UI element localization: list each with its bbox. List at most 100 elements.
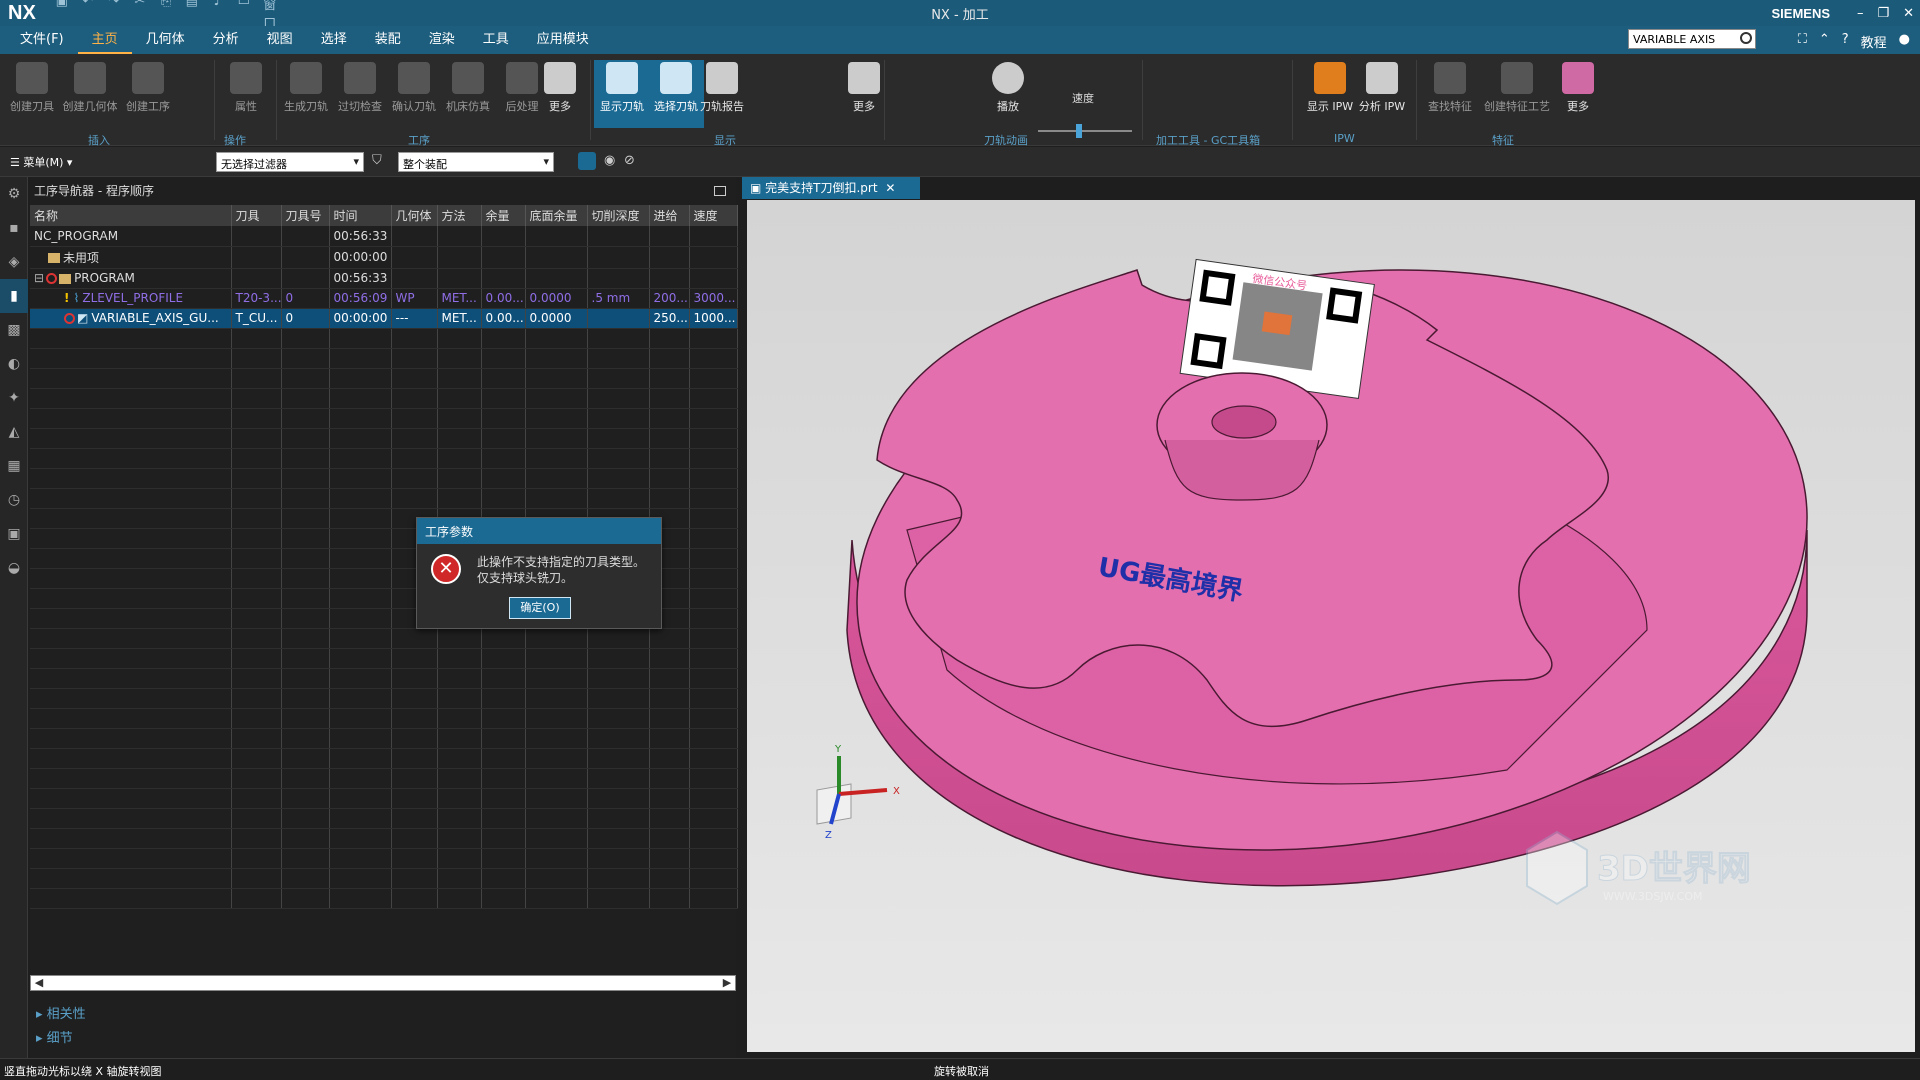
visibility-icon[interactable]: ◉ [604,153,615,168]
speed-label: 速度 [1072,92,1094,105]
search-icon[interactable] [1740,32,1752,44]
col-toolno[interactable]: 刀具号 [281,205,330,226]
path-report-button[interactable]: 刀轨报告 [694,60,750,128]
filter-icon[interactable]: ⛉ [372,153,382,168]
properties-button[interactable]: 属性 [218,60,274,128]
speed-slider-knob[interactable] [1076,124,1082,138]
part-file-icon: ▣ [750,181,766,195]
scroll-right-icon[interactable]: ▶ [719,976,735,990]
empty-row [30,368,738,389]
machine-tool-icon[interactable]: ▩ [0,313,28,347]
details-section[interactable]: ▸ 细节 [36,1027,73,1046]
more-process-button[interactable]: 更多 [532,60,588,128]
menu-file[interactable]: 文件(F) [6,26,78,54]
assembly-navigator-icon[interactable]: ◈ [0,245,28,279]
generate-path-button[interactable]: 生成刀轨 [278,60,334,128]
ok-button[interactable]: 确定(O) [509,597,571,619]
maximize-panel-icon[interactable] [714,186,726,196]
col-stock[interactable]: 余量 [481,205,526,226]
show-ipw-button[interactable]: 显示 IPW [1302,60,1358,128]
show-path-button[interactable]: 显示刀轨 [594,60,650,128]
machine-sim-button[interactable]: 机床仿真 [440,60,496,128]
history-icon[interactable]: ◷ [0,483,28,517]
show-ipw-icon [1314,62,1346,94]
create-tool-button[interactable]: 创建刀具 [4,60,60,128]
selection-filter-dropdown[interactable]: 无选择过滤器 [216,152,364,172]
group-display: 显示 [714,134,736,147]
status-dot-icon: ● [1898,32,1910,47]
dialog-message: 此操作不支持指定的刀具类型。 仅支持球头铣刀。 [477,555,646,585]
find-feature-button[interactable]: 查找特征 [1422,60,1478,128]
overcut-check-button[interactable]: 过切检查 [332,60,388,128]
tutorial-link[interactable]: 教程 [1861,32,1887,51]
col-name[interactable]: 名称 [30,205,232,226]
empty-row [30,488,738,509]
analyze-ipw-button[interactable]: 分析 IPW [1354,60,1410,128]
menu-select[interactable]: 选择 [307,26,361,54]
part-navigator-icon[interactable]: ▪ [0,211,28,245]
verify-path-button[interactable]: 确认刀轨 [386,60,442,128]
col-feed[interactable]: 进给 [649,205,690,226]
table-row[interactable]: 未用项 00:00:00 [30,246,738,269]
menu-button[interactable]: ☰ 菜单(M) ▾ [10,154,72,170]
menu-tools[interactable]: 工具 [469,26,523,54]
help-icon[interactable]: ? [1842,32,1849,51]
empty-row [30,448,738,469]
col-floor-stock[interactable]: 底面余量 [525,205,588,226]
speed-slider[interactable] [1038,124,1132,138]
more-feature-button[interactable]: 更多 [1550,60,1606,128]
create-geometry-button[interactable]: 创建几何体 [62,60,118,128]
table-row[interactable]: ⊟ PROGRAM 00:56:33 [30,268,738,289]
collapse-icon[interactable]: ⊟ [34,271,44,285]
operation-navigator-icon[interactable]: ▮ [0,279,28,313]
tab-close-icon[interactable]: ✕ [885,181,895,195]
table-row[interactable]: NC_PROGRAM 00:56:33 [30,226,738,247]
svg-text:3D世界网: 3D世界网 [1597,849,1751,889]
menu-analysis[interactable]: 分析 [199,26,253,54]
table-row[interactable]: ◩ VARIABLE_AXIS_GU... T_CU... 0 00:00:00 … [30,308,738,329]
horizontal-scrollbar[interactable]: ◀ ▶ [30,975,736,991]
menu-home[interactable]: 主页 [77,26,132,54]
web-browser-icon[interactable]: ▦ [0,449,28,483]
menu-assembly[interactable]: 装配 [361,26,415,54]
play-button[interactable]: 播放 [980,60,1036,128]
empty-row [30,728,738,749]
menu-applications[interactable]: 应用模块 [523,26,603,54]
command-search-input[interactable]: VARIABLE AXIS [1628,29,1756,49]
path-report-icon [706,62,738,94]
col-depth[interactable]: 切削深度 [587,205,650,226]
dependencies-section[interactable]: ▸ 相关性 [36,1003,86,1022]
col-geometry[interactable]: 几何体 [391,205,438,226]
col-speed[interactable]: 速度 [689,205,738,226]
col-method[interactable]: 方法 [437,205,482,226]
scroll-left-icon[interactable]: ◀ [31,976,47,990]
title-bar: NX ▣ ↶ ↷ ✂ ⎘ ▤ ♪ ▭ 窗口 NX - 加工 SIEMENS – … [0,0,1920,32]
table-row[interactable]: ! ⌇ ZLEVEL_PROFILE T20-3... 0 00:56:09 WP … [30,288,738,309]
hide-icon[interactable]: ⊘ [624,153,635,168]
mcs-icon[interactable] [578,152,596,170]
empty-row [30,788,738,809]
settings-icon[interactable]: ⚙ [0,177,28,211]
hd3d-icon[interactable]: ◭ [0,415,28,449]
create-feature-process-button[interactable]: 创建特征工艺 [1482,60,1552,128]
reuse-library-icon[interactable]: ◐ [0,347,28,381]
graphics-window[interactable]: 微信公众号 UG最高境界 Y X Z 3D世界网 WWW.3DSJW.COM [747,200,1915,1052]
table-header: 名称 刀具 刀具号 时间 几何体 方法 余量 底面余量 切削深度 进给 速度 [30,205,738,226]
menu-geometry[interactable]: 几何体 [132,26,199,54]
close-icon[interactable]: ✕ [1903,6,1914,21]
col-time[interactable]: 时间 [329,205,392,226]
system-materials-icon[interactable]: ◒ [0,551,28,585]
col-tool[interactable]: 刀具 [231,205,282,226]
assembly-scope-dropdown[interactable]: 整个装配 [398,152,554,172]
create-operation-button[interactable]: 创建工序 [120,60,176,128]
palette-icon[interactable]: ▣ [0,517,28,551]
minimize-icon[interactable]: – [1857,6,1864,21]
restore-icon[interactable]: ❐ [1877,6,1889,21]
roles-icon[interactable]: ✦ [0,381,28,415]
menu-render[interactable]: 渲染 [415,26,469,54]
fullscreen-icon[interactable]: ⛶ [1798,32,1807,51]
part-tab[interactable]: ▣ 完美支持T刀倒扣.prt ✕ [742,177,920,199]
collapse-ribbon-icon[interactable]: ⌃ [1819,32,1830,51]
menu-view[interactable]: 视图 [253,26,307,54]
window-controls: – ❐ ✕ [1857,6,1914,21]
